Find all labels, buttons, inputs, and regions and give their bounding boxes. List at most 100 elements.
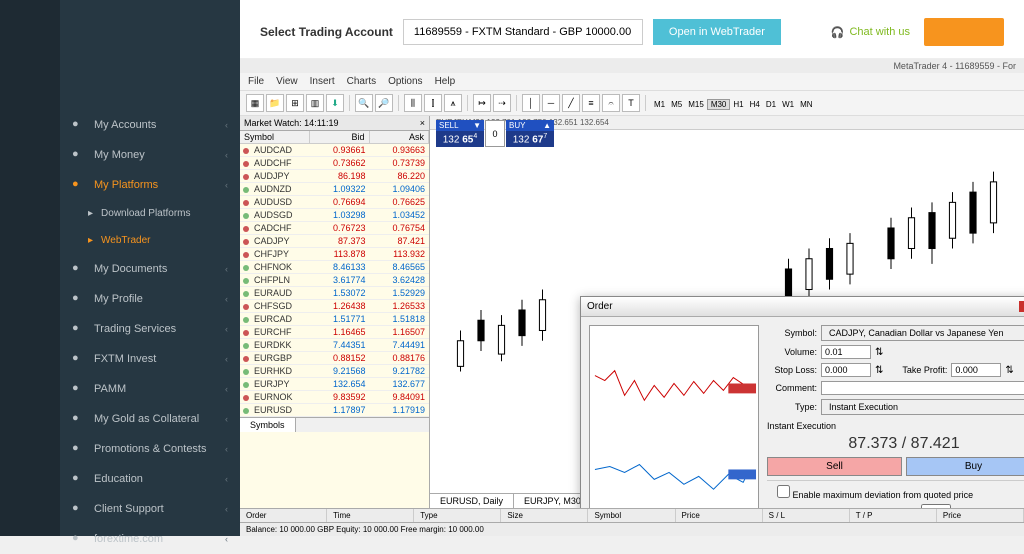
fib-button[interactable]: 𝄐 xyxy=(602,94,620,112)
tp-input[interactable] xyxy=(951,363,1001,377)
tf-D1[interactable]: D1 xyxy=(763,100,779,109)
watch-row[interactable]: EURAUD1.530721.52929 xyxy=(240,287,429,300)
watch-row[interactable]: EURDKK7.443517.44491 xyxy=(240,339,429,352)
watch-row[interactable]: EURUSD1.178971.17919 xyxy=(240,404,429,417)
vline-button[interactable]: │ xyxy=(522,94,540,112)
chat-link[interactable]: 🎧 Chat with us xyxy=(831,26,910,39)
sl-input[interactable] xyxy=(821,363,871,377)
tf-H4[interactable]: H4 xyxy=(747,100,763,109)
hline-button[interactable]: ─ xyxy=(542,94,560,112)
watch-tab-symbols[interactable]: Symbols xyxy=(240,418,296,432)
sidebar-item-education[interactable]: ● Education‹ xyxy=(60,464,240,494)
status-bar: Balance: 10 000.00 GBP Equity: 10 000.00… xyxy=(240,522,1024,536)
panel-button[interactable]: ⊞ xyxy=(286,94,304,112)
order-tick-chart xyxy=(589,325,759,508)
tf-M5[interactable]: M5 xyxy=(668,100,685,109)
zoom-in-button[interactable]: 🔍 xyxy=(355,94,373,112)
sidebar-item-forextime-com[interactable]: ● forextime.com‹ xyxy=(60,524,240,554)
text-button[interactable]: T xyxy=(622,94,640,112)
watch-row[interactable]: CADCHF0.767230.76754 xyxy=(240,222,429,235)
account-select[interactable] xyxy=(403,19,643,45)
watch-row[interactable]: EURHKD9.215689.21782 xyxy=(240,365,429,378)
col-symbol: Symbol xyxy=(240,131,310,143)
bars-button[interactable]: ⫼ xyxy=(404,94,422,112)
watch-row[interactable]: EURNOK9.835929.84091 xyxy=(240,391,429,404)
orders-col: Time xyxy=(327,509,414,522)
user-badge[interactable] xyxy=(924,18,1004,46)
menu-insert[interactable]: Insert xyxy=(310,76,335,87)
sidebar-item-client-support[interactable]: ● Client Support‹ xyxy=(60,494,240,524)
watch-row[interactable]: CHFSGD1.264381.26533 xyxy=(240,300,429,313)
menu-charts[interactable]: Charts xyxy=(347,76,376,87)
pamm-icon: ● xyxy=(72,382,86,396)
deviation-input[interactable] xyxy=(921,504,951,508)
menu-view[interactable]: View xyxy=(276,76,298,87)
menu-help[interactable]: Help xyxy=(435,76,456,87)
folder-button[interactable]: 📁 xyxy=(266,94,284,112)
money-icon: ● xyxy=(72,148,86,162)
sidebar-item-my-profile[interactable]: ● My Profile‹ xyxy=(60,284,240,314)
sell-button[interactable]: Sell xyxy=(767,457,902,476)
watch-row[interactable]: CHFNOK8.461338.46565 xyxy=(240,261,429,274)
watch-row[interactable]: EURJPY132.654132.677 xyxy=(240,378,429,391)
type-select[interactable]: Instant Execution xyxy=(821,399,1024,415)
trendline-button[interactable]: ╱ xyxy=(562,94,580,112)
sidebar-item-webtrader[interactable]: ▸ WebTrader xyxy=(60,227,240,254)
watch-row[interactable]: EURCHF1.164651.16507 xyxy=(240,326,429,339)
open-webtrader-button[interactable]: Open in WebTrader xyxy=(653,19,781,45)
watch-row[interactable]: CADJPY87.37387.421 xyxy=(240,235,429,248)
buy-button[interactable]: Buy xyxy=(906,457,1024,476)
sidebar-item-trading-services[interactable]: ● Trading Services‹ xyxy=(60,314,240,344)
watch-row[interactable]: EURCAD1.517711.51818 xyxy=(240,313,429,326)
scroll-button[interactable]: ↦ xyxy=(473,94,491,112)
columns-button[interactable]: ▥ xyxy=(306,94,324,112)
order-button[interactable]: ⬇ xyxy=(326,94,344,112)
watch-row[interactable]: AUDCAD0.936610.93663 xyxy=(240,144,429,157)
tf-MN[interactable]: MN xyxy=(797,100,815,109)
chart-tab-0[interactable]: EURUSD, Daily xyxy=(430,494,514,508)
channel-button[interactable]: ≡ xyxy=(582,94,600,112)
close-icon[interactable]: × xyxy=(420,118,425,128)
line-button[interactable]: ⩚ xyxy=(444,94,462,112)
watch-row[interactable]: AUDSGD1.032981.03452 xyxy=(240,209,429,222)
orders-header: OrderTimeTypeSizeSymbolPriceS / LT / PPr… xyxy=(240,508,1024,522)
watch-row[interactable]: AUDCHF0.736620.73739 xyxy=(240,157,429,170)
close-dialog-button[interactable]: × xyxy=(1019,301,1024,312)
sidebar-item-my-money[interactable]: ● My Money‹ xyxy=(60,140,240,170)
tf-H1[interactable]: H1 xyxy=(730,100,746,109)
volume-input[interactable] xyxy=(821,345,871,359)
tf-W1[interactable]: W1 xyxy=(779,100,797,109)
sell-quote[interactable]: SELL▼ 132 654 xyxy=(436,120,484,147)
watch-row[interactable]: AUDUSD0.766940.76625 xyxy=(240,196,429,209)
chevron-left-icon: ‹ xyxy=(225,120,228,130)
candles-button[interactable]: ⫿ xyxy=(424,94,442,112)
deviation-checkbox[interactable]: Enable maximum deviation from quoted pri… xyxy=(777,490,973,500)
sidebar-item-promotions-contests[interactable]: ● Promotions & Contests‹ xyxy=(60,434,240,464)
sidebar-item-pamm[interactable]: ● PAMM‹ xyxy=(60,374,240,404)
comment-input[interactable] xyxy=(821,381,1024,395)
sidebar-item-download-platforms[interactable]: ▸ Download Platforms xyxy=(60,200,240,227)
new-chart-button[interactable]: ▦ xyxy=(246,94,264,112)
select-account-label: Select Trading Account xyxy=(260,25,393,39)
sidebar-item-my-gold-as-collateral[interactable]: ● My Gold as Collateral‹ xyxy=(60,404,240,434)
watch-row[interactable]: AUDNZD1.093221.09406 xyxy=(240,183,429,196)
one-click-panel: SELL▼ 132 654 0 BUY▲ 132 677 xyxy=(436,120,554,147)
dialog-title: Order xyxy=(587,301,613,312)
tf-M30[interactable]: M30 xyxy=(707,99,731,110)
zoom-out-button[interactable]: 🔎 xyxy=(375,94,393,112)
sidebar-item-my-documents[interactable]: ● My Documents‹ xyxy=(60,254,240,284)
watch-row[interactable]: AUDJPY86.19886.220 xyxy=(240,170,429,183)
sidebar-item-fxtm-invest[interactable]: ● FXTM Invest‹ xyxy=(60,344,240,374)
watch-row[interactable]: CHFJPY113.878113.932 xyxy=(240,248,429,261)
tf-M1[interactable]: M1 xyxy=(651,100,668,109)
menu-file[interactable]: File xyxy=(248,76,264,87)
buy-quote[interactable]: BUY▲ 132 677 xyxy=(506,120,554,147)
watch-row[interactable]: CHFPLN3.617743.62428 xyxy=(240,274,429,287)
watch-row[interactable]: EURGBP0.881520.88176 xyxy=(240,352,429,365)
sidebar-item-my-platforms[interactable]: ● My Platforms‹ xyxy=(60,170,240,200)
menu-options[interactable]: Options xyxy=(388,76,422,87)
symbol-select[interactable]: CADJPY, Canadian Dollar vs Japanese Yen xyxy=(821,325,1024,341)
sidebar-item-my-accounts[interactable]: ● My Accounts‹ xyxy=(60,110,240,140)
tf-M15[interactable]: M15 xyxy=(685,100,707,109)
shift-button[interactable]: ⇢ xyxy=(493,94,511,112)
